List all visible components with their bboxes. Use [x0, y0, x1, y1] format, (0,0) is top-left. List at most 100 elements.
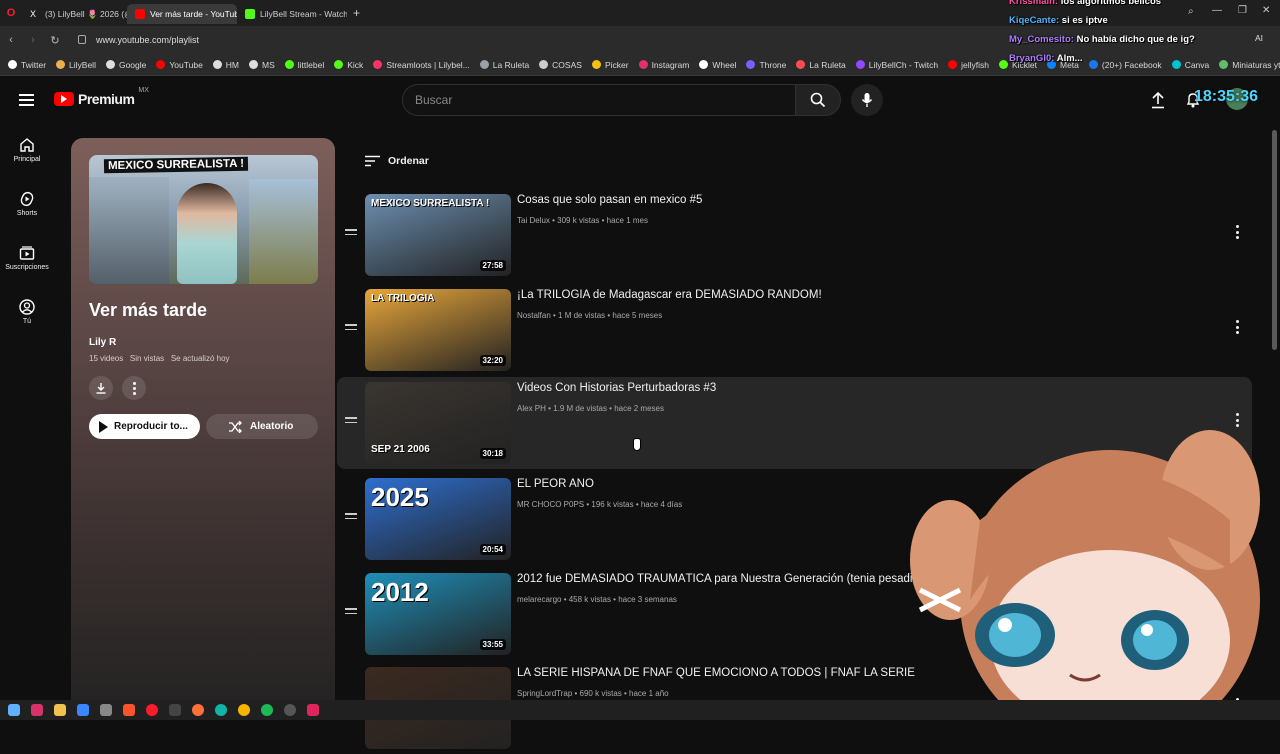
opera-logo-icon[interactable]: O	[0, 7, 22, 19]
playlist-video-row[interactable]: LA TRILOGIA 32:20 ¡La TRILOGÍA de Madaga…	[337, 284, 1252, 376]
video-thumbnail[interactable]: MEXICO SURREALISTA ! 27:58	[365, 194, 511, 276]
chrome-icon[interactable]	[238, 704, 250, 716]
cover-left-scene	[89, 177, 169, 284]
search-input[interactable]: Buscar	[402, 84, 795, 116]
bookmark-icon	[105, 60, 115, 69]
upload-icon[interactable]	[1150, 92, 1166, 109]
firefox-icon[interactable]	[192, 704, 204, 716]
bookmark-icon	[539, 60, 549, 69]
start-button[interactable]	[8, 704, 20, 716]
video-title[interactable]: 2012 fue DEMASIADO TRAUMÁTICA para Nuest…	[517, 573, 912, 585]
sidebar-item-suscripciones[interactable]: Suscripciones	[0, 245, 54, 271]
bookmark-item[interactable]: La Ruleta	[796, 60, 846, 70]
home-icon	[20, 138, 34, 152]
video-title[interactable]: Cosas que solo pasan en mexico #5	[517, 194, 702, 206]
playlist-owner[interactable]: Lily R	[89, 337, 116, 348]
shuffle-button[interactable]: Aleatorio	[206, 414, 318, 439]
more-options-button[interactable]	[122, 376, 146, 400]
bookmark-label: (20+) Facebook	[1101, 59, 1162, 70]
bookmarks-bar: Twitter LilyBell Google YouTube HM MS littlebe…	[0, 54, 1280, 76]
bookmark-label: Wheel	[712, 59, 737, 70]
search-tabs-icon[interactable]: ⌕	[1188, 6, 1194, 17]
drag-handle-icon[interactable]	[345, 608, 357, 617]
tab-lilybell-stream[interactable]: LilyBell Stream - Watch Li	[237, 4, 347, 24]
spotify-icon[interactable]	[261, 704, 273, 716]
app-icon[interactable]	[31, 704, 43, 716]
play-all-button[interactable]: Reproducir to...	[89, 414, 200, 439]
video-thumbnail[interactable]: LA TRILOGIA 32:20	[365, 289, 511, 371]
video-thumbnail[interactable]: 2012 33:55	[365, 573, 511, 655]
app-icon[interactable]	[77, 704, 89, 716]
video-title[interactable]: LA SERIE HISPANA DE FNAF QUE EMOCIONÓ A …	[517, 667, 917, 679]
voice-search-button[interactable]	[851, 84, 883, 116]
video-thumbnail[interactable]: 2025 20:54	[365, 478, 511, 560]
drag-handle-icon[interactable]	[345, 229, 357, 238]
bookmark-item[interactable]: Twitter	[8, 60, 46, 70]
obs-icon[interactable]	[284, 704, 296, 716]
brave-icon[interactable]	[123, 704, 135, 716]
bookmark-item[interactable]: La Ruleta	[479, 60, 529, 70]
forward-button[interactable]: ›	[22, 34, 44, 46]
reload-button[interactable]: ↻	[44, 34, 66, 47]
bookmark-item[interactable]: MS	[249, 60, 275, 70]
video-title[interactable]: Videos Con Historias Perturbadoras #3	[517, 382, 716, 394]
maximize-button[interactable]: ❐	[1238, 5, 1247, 16]
shuffle-icon	[229, 420, 242, 433]
sidebar-item-shorts[interactable]: Shorts	[0, 191, 54, 217]
minimize-button[interactable]: —	[1212, 5, 1222, 16]
bookmark-item[interactable]: Picker	[591, 59, 629, 70]
bookmark-item[interactable]: LilyBell	[56, 60, 96, 70]
video-duration: 33:55	[479, 639, 506, 650]
new-tab-button[interactable]: +	[347, 6, 366, 20]
tab-ver-mas-tarde[interactable]: Ver más tarde - YouTube	[127, 4, 237, 24]
bookmark-item[interactable]: COSAS	[539, 60, 582, 70]
folder-icon[interactable]	[54, 704, 66, 716]
search-button[interactable]	[795, 84, 841, 116]
bookmark-item[interactable]: jellyfish	[948, 60, 989, 70]
bookmark-item[interactable]: Google	[105, 60, 146, 70]
video-title[interactable]: EL PEOR AÑO	[517, 478, 594, 490]
bookmark-label: Picker	[604, 59, 629, 70]
sidebar-item-principal[interactable]: Principal	[0, 137, 54, 163]
menu-icon[interactable]	[19, 94, 34, 106]
drag-handle-icon[interactable]	[345, 324, 357, 333]
bookmark-item[interactable]: Wheel	[699, 60, 736, 70]
bookmark-item[interactable]: littlebel	[284, 59, 325, 70]
video-more-options-icon[interactable]	[1236, 320, 1240, 337]
bookmark-item[interactable]: YouTube	[156, 60, 203, 70]
opera-icon[interactable]	[146, 704, 158, 716]
windows-taskbar	[0, 700, 1280, 720]
video-thumbnail[interactable]: SEP 21 2006 30:18	[365, 382, 511, 464]
bookmark-label: littlebel	[297, 59, 325, 70]
app-icon[interactable]	[100, 704, 112, 716]
logo-text: Premium	[78, 91, 135, 107]
bookmark-item[interactable]: Streamloots | Lilybel...	[373, 60, 470, 70]
page-scrollbar[interactable]	[1272, 130, 1277, 350]
close-window-button[interactable]: ✕	[1262, 5, 1270, 16]
youtube-premium-logo[interactable]: Premium MX	[54, 87, 149, 107]
video-more-options-icon[interactable]	[1236, 225, 1240, 242]
app-icon[interactable]	[169, 704, 181, 716]
bookmark-item[interactable]: (20+) Facebook	[1088, 59, 1162, 70]
url-field[interactable]: www.youtube.com/playlist	[78, 31, 998, 49]
back-button[interactable]: ‹	[0, 34, 22, 46]
app-icon[interactable]	[307, 704, 319, 716]
sort-button[interactable]: Ordenar	[365, 155, 429, 167]
bookmark-item[interactable]: LilyBellCh - Twitch	[855, 60, 938, 70]
tab-lilybell-x[interactable]: X (3) LilyBell 🌷 2026 (@L	[22, 4, 127, 24]
download-button[interactable]	[89, 376, 113, 400]
ai-button[interactable]: AI	[1255, 33, 1263, 43]
sidebar-item-tu[interactable]: Tú	[0, 299, 54, 325]
bookmark-item[interactable]: Throne	[746, 60, 786, 70]
drag-handle-icon[interactable]	[345, 417, 357, 426]
bookmark-item[interactable]: HM	[212, 60, 239, 70]
playlist-video-row[interactable]: MEXICO SURREALISTA ! 27:58 Cosas que sol…	[337, 189, 1252, 281]
bookmark-item[interactable]: Kick	[334, 60, 363, 70]
bookmark-item[interactable]: Canva	[1171, 60, 1209, 70]
playlist-cover-thumbnail[interactable]: MEXICO SURREALISTA !	[89, 155, 318, 284]
bookmark-item[interactable]: Instagram	[638, 60, 689, 70]
edge-icon[interactable]	[215, 704, 227, 716]
drag-handle-icon[interactable]	[345, 513, 357, 522]
bookmark-item[interactable]: Miniaturas yt	[1219, 60, 1280, 70]
video-title[interactable]: ¡La TRILOGÍA de Madagascar era DEMASIADO…	[517, 289, 822, 301]
